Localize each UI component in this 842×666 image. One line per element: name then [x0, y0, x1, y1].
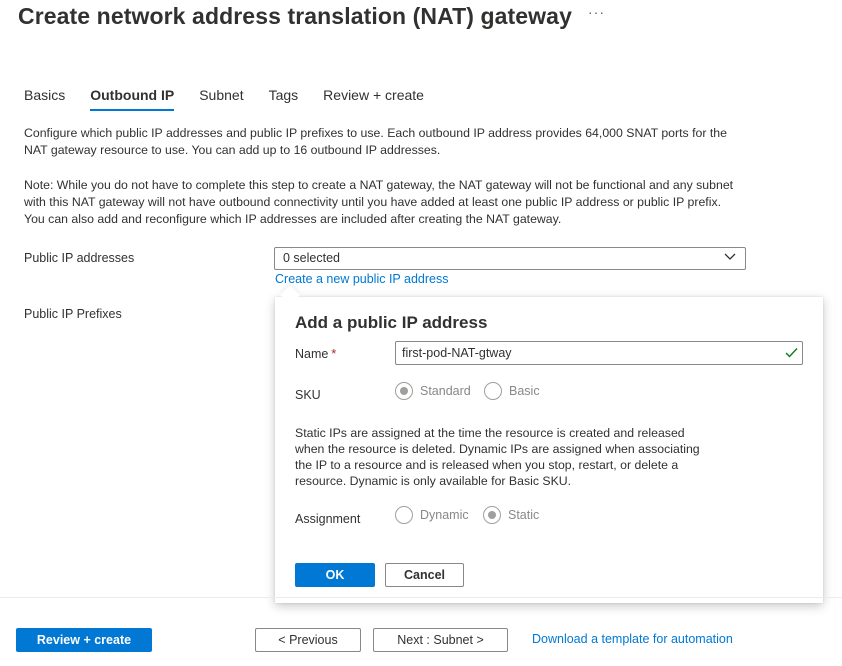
public-ip-prefixes-label: Public IP Prefixes — [24, 307, 122, 321]
tab-outbound-ip[interactable]: Outbound IP — [90, 87, 175, 111]
dropdown-value: 0 selected — [283, 251, 340, 265]
previous-button[interactable]: < Previous — [255, 628, 361, 652]
assignment-static-label: Static — [508, 508, 540, 522]
callout-title: Add a public IP address — [295, 313, 488, 332]
ok-button[interactable]: OK — [295, 563, 375, 587]
more-options-icon[interactable]: ··· — [588, 4, 605, 20]
footer-divider — [0, 597, 842, 598]
assignment-dynamic-label: Dynamic — [420, 508, 469, 522]
radio-unselected-icon — [395, 506, 413, 524]
required-asterisk: * — [331, 347, 337, 361]
tab-tags[interactable]: Tags — [269, 87, 299, 111]
checkmark-icon — [785, 348, 798, 358]
create-public-ip-link[interactable]: Create a new public IP address — [275, 272, 448, 286]
page-title: Create network address translation (NAT)… — [18, 3, 572, 29]
sku-standard-label: Standard — [420, 384, 471, 398]
radio-unselected-icon — [484, 382, 502, 400]
tab-subnet[interactable]: Subnet — [199, 87, 243, 111]
tab-basics[interactable]: Basics — [24, 87, 65, 111]
next-subnet-button[interactable]: Next : Subnet > — [373, 628, 508, 652]
public-ip-addresses-label: Public IP addresses — [24, 251, 135, 265]
add-public-ip-callout: Add a public IP address Name* SKU Standa… — [275, 297, 823, 603]
name-input[interactable] — [395, 341, 803, 365]
ip-assignment-info: Static IPs are assigned at the time the … — [295, 426, 700, 488]
tab-bar: Basics Outbound IP Subnet Tags Review + … — [24, 87, 449, 111]
sku-label: SKU — [295, 388, 321, 402]
review-create-button[interactable]: Review + create — [16, 628, 152, 652]
intro-note: Note: While you do not have to complete … — [24, 178, 734, 226]
assignment-dynamic-radio[interactable]: Dynamic — [395, 506, 469, 524]
radio-selected-icon — [483, 506, 501, 524]
chevron-down-icon — [724, 253, 736, 260]
sku-basic-label: Basic — [509, 384, 540, 398]
sku-standard-radio[interactable]: Standard — [395, 382, 471, 400]
public-ip-addresses-dropdown[interactable]: 0 selected — [274, 247, 746, 270]
name-label: Name * — [295, 347, 337, 361]
radio-selected-icon — [395, 382, 413, 400]
assignment-label: Assignment — [295, 512, 361, 526]
sku-basic-radio[interactable]: Basic — [484, 382, 540, 400]
download-template-link[interactable]: Download a template for automation — [532, 632, 733, 646]
tab-review-create[interactable]: Review + create — [323, 87, 424, 111]
intro-description: Configure which public IP addresses and … — [24, 126, 727, 157]
assignment-static-radio[interactable]: Static — [483, 506, 539, 524]
cancel-button[interactable]: Cancel — [385, 563, 464, 587]
